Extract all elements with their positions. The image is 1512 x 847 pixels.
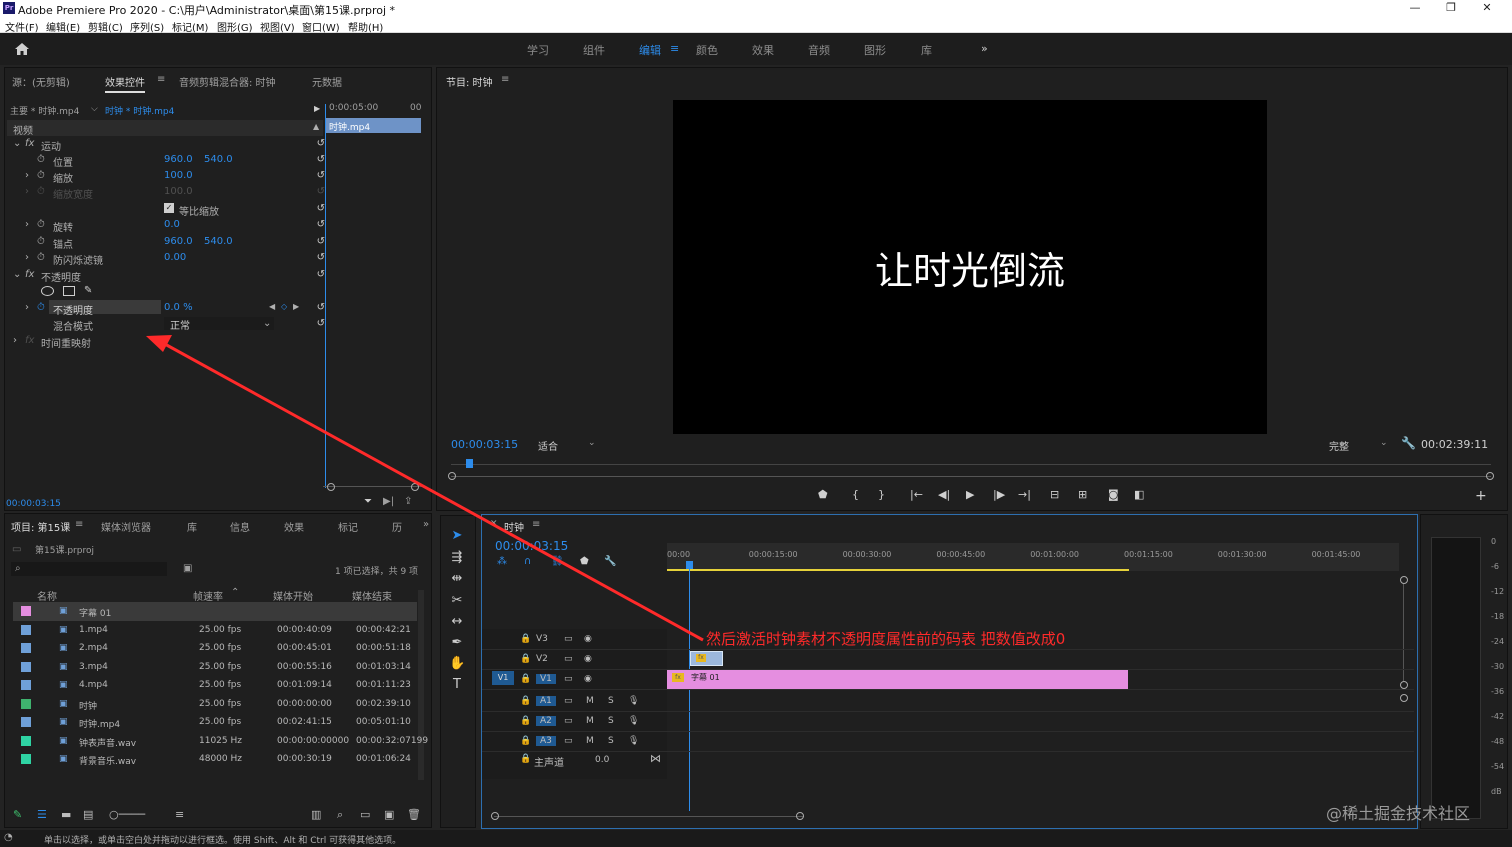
annotation-arrows — [146, 335, 704, 642]
status-text: 单击以选择，或单击空白处并拖动以进行框选。使用 Shift、Alt 和 Ctrl… — [44, 836, 402, 846]
annotation-arrow-line — [162, 341, 704, 642]
status-bar: ◔ 单击以选择，或单击空白处并拖动以进行框选。使用 Shift、Alt 和 Ct… — [0, 830, 1512, 847]
status-icon: ◔ — [4, 832, 13, 843]
watermark: @稀土掘金技术社区 — [1326, 804, 1471, 823]
annotation-arrowhead — [146, 335, 172, 352]
annotation-text: 然后激活时钟素材不透明度属性前的码表 把数值改成0 — [706, 630, 1066, 648]
